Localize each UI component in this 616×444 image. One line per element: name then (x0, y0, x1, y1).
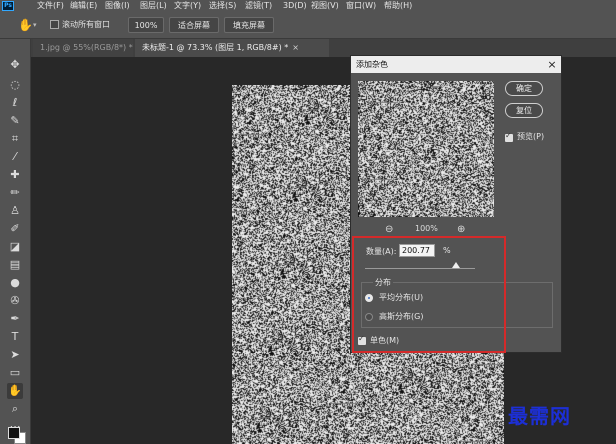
healing-brush-tool-icon[interactable]: ✚ (7, 167, 23, 183)
eyedropper-tool-icon[interactable]: ⁄ (7, 149, 23, 165)
stamp-tool-icon[interactable]: ♙ (7, 203, 23, 219)
zoom-in-icon[interactable]: ⊕ (457, 224, 465, 235)
dialog-title: 添加杂色 (356, 60, 388, 69)
close-icon[interactable]: × (292, 43, 299, 52)
hand-icon[interactable]: ✋ (18, 18, 33, 32)
menu-select[interactable]: 选择(S) (209, 0, 236, 12)
menu-type[interactable]: 文字(Y) (174, 0, 201, 12)
photoshop-logo-icon[interactable]: Ps (2, 1, 14, 11)
tool-panel: ✥ ◌ ℓ ✎ ⌗ ⁄ ✚ ✏ ♙ ✐ ◪ ▤ ● ✇ ✒ T ➤ ▭ ✋ ⌕ … (0, 39, 31, 444)
menu-image[interactable]: 图像(I) (105, 0, 130, 12)
lasso-tool-icon[interactable]: ℓ (7, 95, 23, 111)
preview-label: 预览(P) (517, 132, 545, 141)
tab-label: 1.jpg @ 55%(RGB/8*) * (40, 43, 133, 52)
history-brush-tool-icon[interactable]: ✐ (7, 221, 23, 237)
type-tool-icon[interactable]: T (7, 329, 23, 345)
fill-screen-button[interactable]: 填充屏幕 (224, 17, 274, 33)
tab-untitled-1[interactable]: 未标题-1 @ 73.3% (图层 1, RGB/8#) * × (135, 39, 329, 57)
tab-1-jpg[interactable]: 1.jpg @ 55%(RGB/8*) *× (33, 39, 143, 57)
dialog-title-bar[interactable]: 添加杂色 × (351, 56, 561, 73)
zoom-out-icon[interactable]: ⊖ (385, 224, 393, 235)
menu-window[interactable]: 窗口(W) (346, 0, 376, 12)
menu-filter[interactable]: 滤镜(T) (245, 0, 272, 12)
menu-bar: Ps 文件(F) 编辑(E) 图像(I) 图层(L) 文字(Y) 选择(S) 滤… (0, 0, 616, 12)
menu-edit[interactable]: 编辑(E) (70, 0, 97, 12)
eraser-tool-icon[interactable]: ◪ (7, 239, 23, 255)
zoom-tool-icon[interactable]: ⌕ (7, 401, 23, 417)
chevron-down-icon[interactable]: ▾ (33, 18, 41, 32)
ok-button[interactable]: 确定 (505, 81, 543, 96)
menu-file[interactable]: 文件(F) (37, 0, 64, 12)
foreground-color-swatch[interactable] (8, 427, 20, 439)
close-icon[interactable]: × (546, 56, 558, 73)
filter-preview[interactable] (358, 81, 494, 217)
pen-tool-icon[interactable]: ✒ (7, 311, 23, 327)
scroll-all-windows-label: 滚动所有窗口 (62, 20, 110, 29)
menu-layer[interactable]: 图层(L) (140, 0, 167, 12)
marquee-tool-icon[interactable]: ◌ (7, 77, 23, 93)
zoom-100-button[interactable]: 100% (128, 17, 164, 33)
watermark-logo: 最需网 (508, 404, 571, 428)
menu-3d[interactable]: 3D(D) (283, 0, 307, 12)
rectangle-tool-icon[interactable]: ▭ (7, 365, 23, 381)
fit-screen-button[interactable]: 适合屏幕 (169, 17, 219, 33)
gradient-tool-icon[interactable]: ▤ (7, 257, 23, 273)
crop-tool-icon[interactable]: ⌗ (7, 131, 23, 147)
menu-view[interactable]: 视图(V) (311, 0, 339, 12)
hand-tool-icon[interactable]: ✋ (7, 383, 23, 399)
dodge-tool-icon[interactable]: ✇ (7, 293, 23, 309)
preview-checkbox[interactable] (505, 131, 513, 142)
highlight-box (352, 236, 506, 353)
reset-button[interactable]: 复位 (505, 103, 543, 118)
tab-label: 未标题-1 @ 73.3% (图层 1, RGB/8#) * (142, 43, 289, 52)
scroll-all-windows-checkbox[interactable] (50, 20, 59, 29)
preview-zoom-level: 100% (415, 224, 438, 233)
options-bar: ✋ ▾ 滚动所有窗口 100% 适合屏幕 填充屏幕 (0, 12, 616, 39)
brush-tool-icon[interactable]: ✏ (7, 185, 23, 201)
blur-tool-icon[interactable]: ● (7, 275, 23, 291)
path-select-tool-icon[interactable]: ➤ (7, 347, 23, 363)
quick-select-tool-icon[interactable]: ✎ (7, 113, 23, 129)
move-tool-icon[interactable]: ✥ (7, 57, 23, 73)
menu-help[interactable]: 帮助(H) (384, 0, 412, 12)
